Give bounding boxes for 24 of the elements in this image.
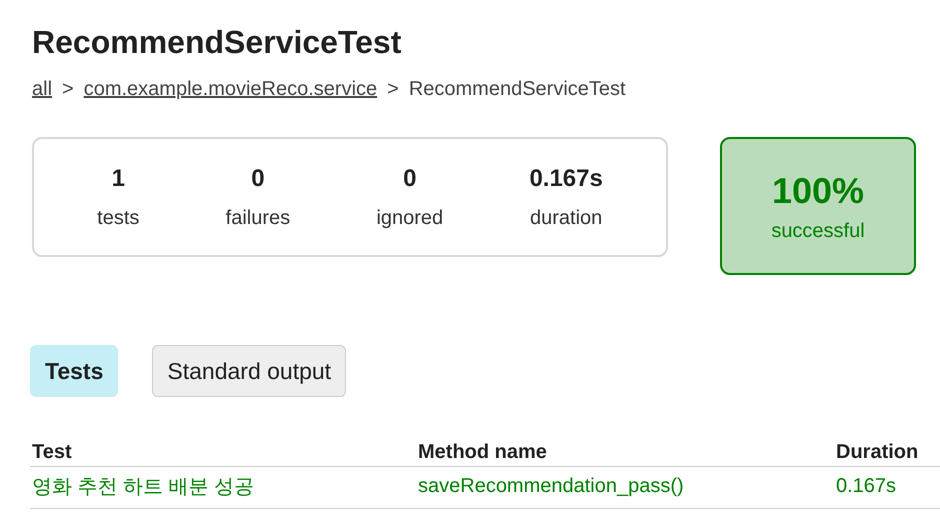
tab[interactable]: Standard output	[152, 345, 346, 397]
tab[interactable]: Tests	[30, 345, 118, 397]
counter-value: 1	[112, 164, 125, 192]
column-header: Test	[30, 437, 416, 466]
breadcrumb-link[interactable]: com.example.movieReco.service	[84, 78, 378, 101]
counter-label: duration	[530, 206, 602, 230]
table-cell: 0.167s	[834, 466, 940, 508]
breadcrumb-link[interactable]: all	[32, 78, 52, 101]
counter-label: tests	[97, 206, 140, 230]
column-header: Method name	[416, 437, 834, 466]
counter-value: 0.167s	[529, 164, 603, 192]
success-rate-value: 100%	[772, 170, 864, 212]
breadcrumb-current: RecommendServiceTest	[408, 78, 626, 101]
table-cell: 영화 추천 하트 배분 성공	[30, 466, 416, 508]
page-title: RecommendServiceTest	[32, 23, 402, 62]
success-rate-label: successful	[771, 220, 865, 242]
table-cell: saveRecommendation_pass()	[416, 466, 834, 508]
breadcrumb-separator: >	[62, 78, 74, 101]
counter-label: failures	[226, 206, 290, 230]
counter-value: 0	[403, 164, 416, 192]
breadcrumb-separator: >	[387, 78, 399, 101]
counter-value: 0	[251, 164, 265, 192]
column-header: Duration	[834, 437, 940, 466]
counter-label: ignored	[376, 206, 444, 230]
